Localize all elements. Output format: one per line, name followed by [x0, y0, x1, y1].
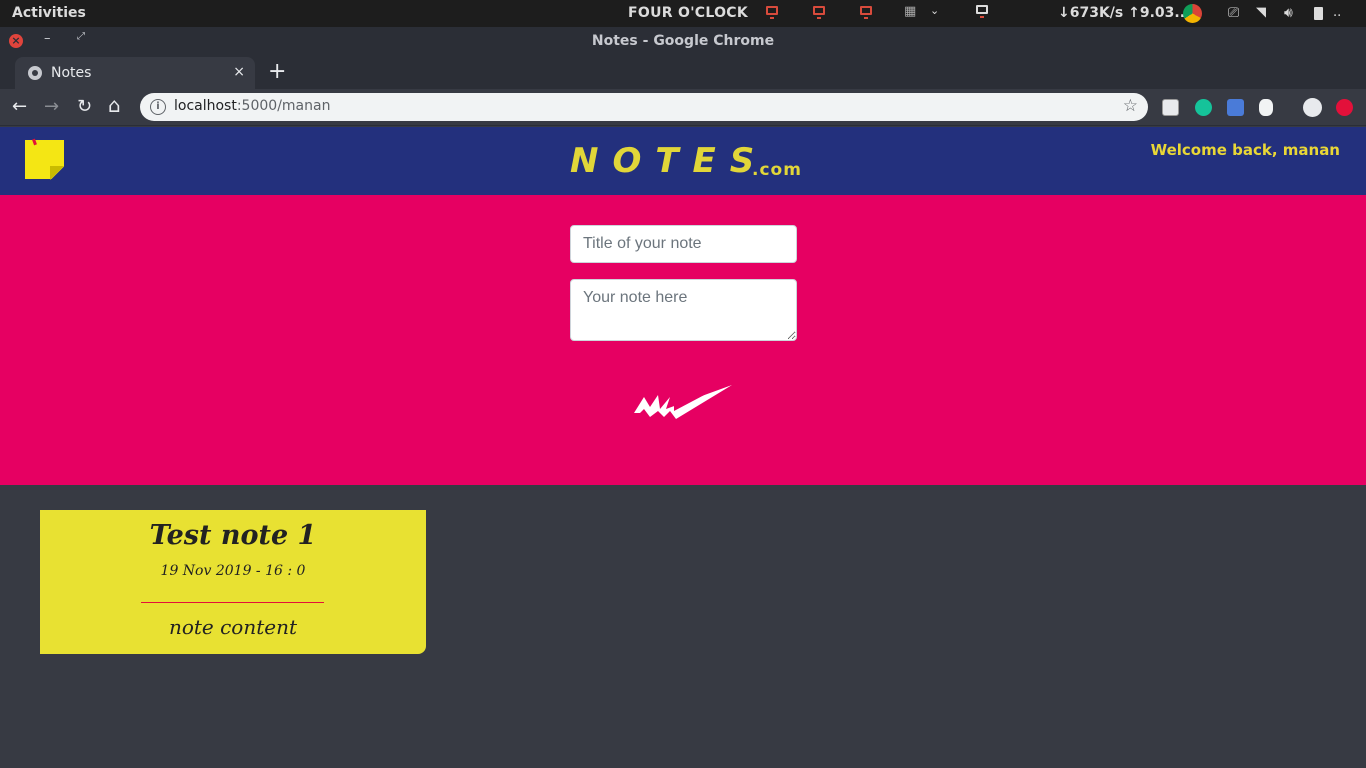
update-icon[interactable] [1336, 99, 1353, 116]
page-content: NOTES .com Welcome back, manan Test note… [0, 127, 1366, 768]
new-note-form [0, 195, 1366, 485]
globe-icon [28, 66, 42, 80]
site-header: NOTES .com Welcome back, manan [0, 127, 1366, 195]
note-title-input[interactable] [570, 225, 797, 263]
grammarly-icon[interactable] [1195, 99, 1212, 116]
system-menu-icon[interactable]: .. [1333, 5, 1341, 20]
note-body-textarea[interactable] [570, 279, 797, 341]
browser-toolbar: ← → ↻ ⌂ i localhost:5000/manan ☆ [0, 89, 1366, 126]
address-bar[interactable]: i localhost:5000/manan ☆ [140, 93, 1148, 121]
welcome-message: Welcome back, manan [1150, 141, 1340, 159]
tab-strip: Notes × + [0, 55, 1366, 89]
activities-button[interactable]: Activities [12, 5, 86, 21]
monitor-icon[interactable] [766, 6, 782, 20]
url-path: :5000/manan [236, 98, 331, 114]
monitor-icon[interactable] [813, 6, 829, 20]
home-icon[interactable]: ⌂ [108, 94, 121, 116]
url-host: localhost [174, 98, 237, 114]
window-title: Notes - Google Chrome [591, 33, 775, 49]
display-icon[interactable] [976, 5, 992, 19]
os-top-bar: Activities FOUR O'CLOCK ▦ ⌄ ↓673K/s ↑9.0… [0, 0, 1366, 27]
note-divider [141, 602, 324, 603]
extension-icon[interactable] [1259, 99, 1273, 116]
logo-pin [32, 138, 37, 146]
close-tab-icon[interactable]: × [233, 64, 245, 80]
tab-notes[interactable]: Notes × [15, 57, 255, 89]
note-title: Test note 1 [149, 520, 317, 551]
add-note-button[interactable] [630, 383, 736, 423]
chrome-tray-icon[interactable] [1183, 4, 1202, 23]
clock[interactable]: FOUR O'CLOCK [628, 5, 748, 21]
new-tab-button[interactable]: + [268, 59, 286, 84]
wifi-icon[interactable]: ◥ [1256, 5, 1266, 20]
brand-title: NOTES [570, 141, 769, 181]
network-speed[interactable]: ↓673K/s ↑9.03... [1058, 5, 1190, 21]
extension-blocked-icon[interactable] [1162, 99, 1179, 116]
bookmark-star-icon[interactable]: ☆ [1123, 96, 1138, 116]
brand-suffix: .com [752, 160, 802, 180]
sticky-note-logo[interactable] [25, 140, 64, 179]
notes-list: Test note 1 19 Nov 2019 - 16 : 0 note co… [0, 485, 1366, 768]
reload-icon[interactable]: ↻ [77, 96, 92, 118]
url-text[interactable]: localhost:5000/manan [174, 98, 330, 114]
battery-icon[interactable] [1314, 7, 1323, 20]
chevron-down-icon[interactable]: ⌄ [930, 4, 946, 18]
translate-icon[interactable] [1227, 99, 1244, 116]
monitor-icon[interactable] [860, 6, 876, 20]
profile-avatar[interactable] [1303, 98, 1322, 117]
forward-icon[interactable]: → [44, 96, 59, 118]
tab-title: Notes [51, 65, 92, 81]
screen-cast-icon[interactable]: ⎚ [1228, 5, 1239, 21]
note-content: note content [168, 615, 298, 639]
add-paper-plane-icon [634, 385, 732, 419]
note-card[interactable]: Test note 1 19 Nov 2019 - 16 : 0 note co… [40, 510, 426, 654]
window-title-bar: × – ⤢ Notes - Google Chrome [0, 27, 1366, 55]
back-icon[interactable]: ← [12, 96, 27, 118]
note-date: 19 Nov 2019 - 16 : 0 [160, 563, 306, 579]
info-icon[interactable]: i [150, 99, 166, 115]
workspace-grid-icon[interactable]: ▦ [904, 4, 920, 19]
volume-icon[interactable]: 🔊︎ [1284, 5, 1293, 21]
